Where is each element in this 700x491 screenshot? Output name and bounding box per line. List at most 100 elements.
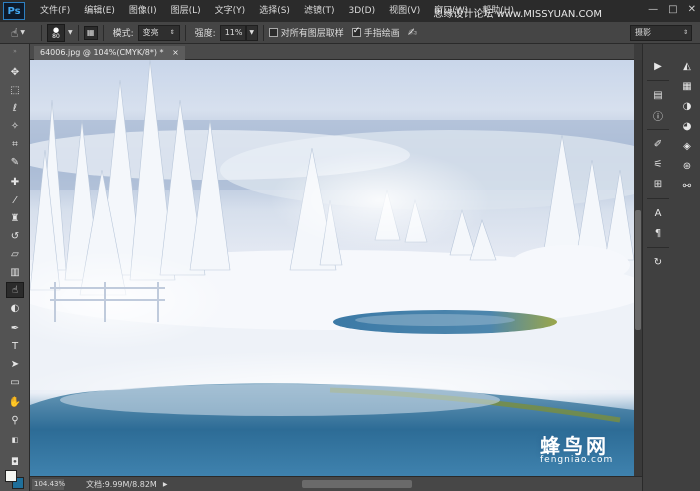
document-size-info[interactable]: 文档:9.99M/8.82M [86,479,157,490]
character-icon[interactable]: A [648,205,668,221]
document-title: 64006.jpg @ 104%(CMYK/8*) * [40,48,164,57]
menu-view[interactable]: 视图(V) [382,0,427,22]
checkbox-checked [351,26,361,37]
horizontal-scroll-thumb[interactable] [302,480,412,488]
strength-value: 11% [224,28,243,37]
lasso-tool-icon[interactable]: ℓ [6,100,24,116]
chevron-down-icon: ▼ [20,29,25,36]
window-controls: — □ ✕ [648,4,696,15]
smudge-tool-icon[interactable]: ☝ [6,282,24,298]
menu-edit[interactable]: 编辑(E) [77,0,122,22]
finger-painting-checkbox[interactable]: 手指绘画 [351,26,404,39]
strength-slider-toggle[interactable]: ▼ [245,24,258,41]
styles-icon[interactable]: ◕ [677,118,697,134]
history-brush-tool-icon[interactable]: ↺ [6,228,24,244]
eraser-tool-icon[interactable]: ▱ [6,246,24,262]
zoom-level-field[interactable]: 104.43% [32,478,65,490]
tool-preset-picker[interactable]: ☝ ▼ [0,23,36,43]
divider [647,247,669,248]
eyedropper-tool-icon[interactable]: ✎ [6,154,24,170]
swatches-icon[interactable]: ▦ [677,78,697,94]
play-icon[interactable]: ▶ [648,58,668,74]
updown-icon: ⇕ [169,29,175,36]
mode-value: 变亮 [142,28,159,37]
menu-select[interactable]: 选择(S) [252,0,297,22]
quick-mask-icon[interactable]: ◘ [6,454,24,470]
default-colors-icon[interactable]: ◧ [6,432,24,448]
pressure-icon[interactable]: ✍ [408,26,417,39]
layers-icon[interactable]: ◈ [677,138,697,154]
image-canvas[interactable] [30,60,634,476]
healing-brush-tool-icon[interactable]: ✚ [6,174,24,190]
menu-layer[interactable]: 图层(L) [164,0,208,22]
shape-tool-icon[interactable]: ▭ [6,374,24,390]
updown-icon: ⇕ [682,29,688,36]
brush-size: 80 [52,32,60,40]
crop-tool-icon[interactable]: ⌗ [6,136,24,152]
checkbox-unchecked [268,28,278,37]
brush-tool-icon[interactable]: ⁄ [6,192,24,208]
divider [41,24,42,41]
menu-3d[interactable]: 3D(D) [341,0,382,22]
info-icon[interactable]: ⓘ [648,107,668,123]
sample-all-layers-label: 对所有图层取样 [280,29,344,39]
marquee-tool-icon[interactable]: ⬚ [6,82,24,98]
menu-type[interactable]: 文字(Y) [208,0,253,22]
dodge-tool-icon[interactable]: ◐ [6,300,24,316]
path-selection-tool-icon[interactable]: ➤ [6,356,24,372]
tool-presets-icon[interactable]: ⊞ [648,176,668,192]
adjustments-icon[interactable]: ◑ [677,98,697,114]
type-tool-icon[interactable]: T [6,338,24,354]
minimize-button[interactable]: — [648,4,658,15]
mode-select[interactable]: 变亮 ⇕ [137,24,180,41]
vertical-scroll-thumb[interactable] [635,210,641,330]
clone-source-icon[interactable]: ⚟ [648,156,668,172]
smudge-icon: ☝ [11,25,19,40]
divider [647,198,669,199]
maximize-button[interactable]: □ [668,4,677,15]
close-tab-icon[interactable]: × [172,48,179,57]
collapse-icon[interactable]: » [6,48,24,55]
divider [102,24,104,41]
menu-file[interactable]: 文件(F) [33,0,77,22]
brush-panel-toggle[interactable]: ▦ [83,25,98,40]
clone-stamp-tool-icon[interactable]: ♜ [6,210,24,226]
history-icon[interactable]: ↻ [648,254,668,270]
move-tool-icon[interactable]: ✥ [6,64,24,80]
divider [77,24,79,41]
brush-presets-icon[interactable]: ✐ [648,136,668,152]
panel-column-2: ◭ ▦ ◑ ◕ ◈ ⊛ ⚯ [675,54,699,198]
menu-bar: Ps 文件(F) 编辑(E) 图像(I) 图层(L) 文字(Y) 选择(S) 滤… [0,0,700,22]
gradient-tool-icon[interactable]: ▥ [6,264,24,280]
zoom-tool-icon[interactable]: ⚲ [6,412,24,428]
paragraph-icon[interactable]: ¶ [648,225,668,241]
strength-input[interactable]: 11% [219,24,246,41]
channels-icon[interactable]: ⊛ [677,158,697,174]
fengniao-watermark-url: fengniao.com [540,455,614,465]
workspace-switcher[interactable]: 摄影 ⇕ [630,25,692,41]
brush-panel-icon: ▦ [86,28,95,37]
color-icon[interactable]: ◭ [677,58,697,74]
play-icon[interactable]: ▶ [163,481,168,488]
document-tab[interactable]: 64006.jpg @ 104%(CMYK/8*) * × [34,46,185,60]
divider [647,80,669,81]
magic-wand-tool-icon[interactable]: ✧ [6,118,24,134]
sample-all-layers-checkbox[interactable]: 对所有图层取样 [268,26,348,39]
options-bar: ☝ ▼ ● 80 ▼ ▦ 模式: 变亮 ⇕ 强度: 11% ▼ 对所有图层取样 … [0,22,700,44]
vertical-scrollbar[interactable] [634,60,642,476]
strength-label: 强度: [194,29,216,39]
menu-filter[interactable]: 滤镜(T) [297,0,342,22]
snow-landscape-photo [30,60,634,476]
paths-icon[interactable]: ⚯ [677,178,697,194]
watermark-top: 思缘设计论坛 www.MISSYUAN.COM [433,9,602,20]
menu-image[interactable]: 图像(I) [122,0,164,22]
close-window-button[interactable]: ✕ [688,4,696,15]
finger-painting-label: 手指绘画 [363,29,400,39]
pen-tool-icon[interactable]: ✒ [6,320,24,336]
hand-tool-icon[interactable]: ✋ [6,394,24,410]
side-panels: ▶ ▤ ⓘ ✐ ⚟ ⊞ A ¶ ↻ ◭ ▦ ◑ ◕ ◈ ⊛ ⚯ [642,44,700,491]
panel-column-1: ▶ ▤ ⓘ ✐ ⚟ ⊞ A ¶ ↻ [645,54,671,274]
chevron-down-icon: ▼ [68,29,73,36]
brush-picker[interactable]: ● 80 ▼ [47,23,73,42]
histogram-icon[interactable]: ▤ [648,87,668,103]
